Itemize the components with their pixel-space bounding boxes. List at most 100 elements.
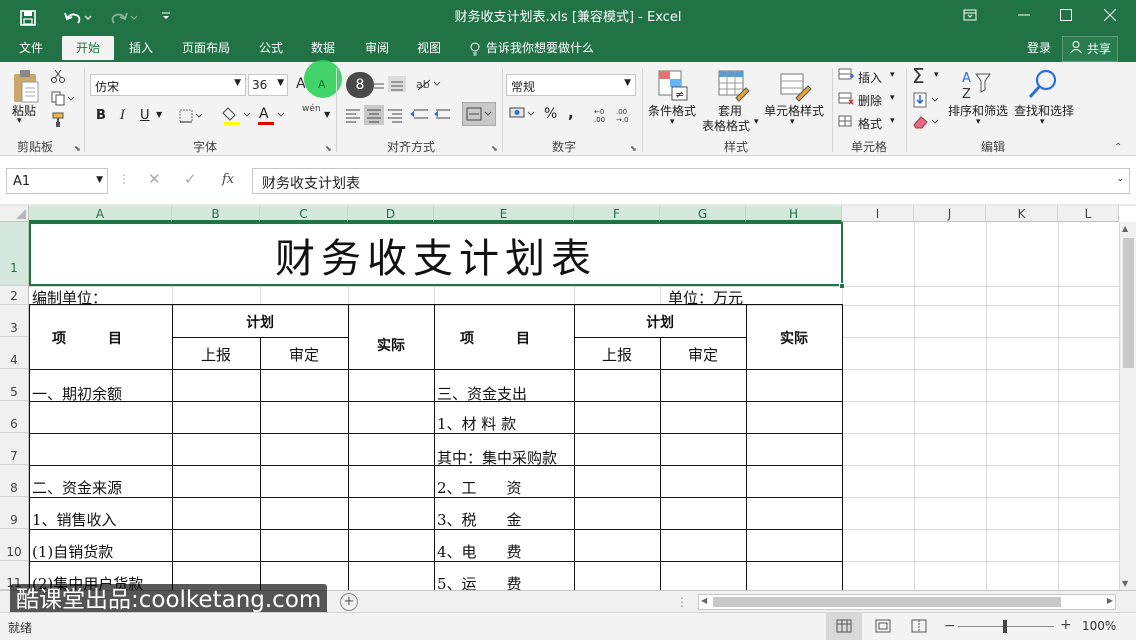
vertical-align-icons[interactable] bbox=[366, 74, 408, 94]
chevron-down-icon[interactable]: ▾ bbox=[1040, 117, 1045, 127]
expand-formula-icon[interactable]: ⌄ bbox=[1116, 174, 1124, 184]
select-all-button[interactable] bbox=[0, 206, 29, 222]
tab-home[interactable]: 开始 bbox=[62, 36, 114, 62]
chevron-down-icon[interactable]: ▼ bbox=[96, 175, 103, 185]
number-launcher-icon[interactable]: ⬊ bbox=[630, 144, 637, 153]
header-report-left[interactable]: 上报 bbox=[172, 344, 260, 365]
share-button[interactable]: 共享 bbox=[1062, 36, 1118, 62]
chevron-down-icon[interactable]: ▾ bbox=[670, 117, 675, 127]
add-sheet-icon[interactable]: + bbox=[340, 593, 358, 611]
header-report-right[interactable]: 上报 bbox=[574, 344, 660, 365]
format-painter-icon[interactable] bbox=[50, 112, 68, 130]
column-header-a[interactable]: A bbox=[29, 206, 172, 222]
scroll-right-icon[interactable]: ▶ bbox=[1107, 596, 1113, 605]
column-header-k[interactable]: K bbox=[986, 206, 1058, 222]
insert-cells-icon[interactable] bbox=[838, 68, 856, 84]
column-header-e[interactable]: E bbox=[434, 206, 574, 222]
column-header-c[interactable]: C bbox=[260, 206, 348, 222]
cut-icon[interactable] bbox=[50, 68, 68, 86]
right-item-row8[interactable]: 2、工 资 bbox=[437, 477, 522, 498]
format-cells-label[interactable]: 格式 bbox=[858, 115, 882, 132]
tab-split-grip-icon[interactable]: ⋮ bbox=[676, 595, 688, 609]
zoom-out-icon[interactable]: − bbox=[944, 618, 956, 634]
confirm-entry-icon[interactable]: ✓ bbox=[184, 170, 197, 188]
tab-review[interactable]: 审阅 bbox=[356, 36, 398, 62]
left-item-row9[interactable]: 1、销售收入 bbox=[32, 509, 117, 530]
page-break-view-icon[interactable] bbox=[904, 613, 934, 640]
font-size-box[interactable]: 36 ▼ bbox=[248, 74, 288, 96]
header-actual-left[interactable]: 实际 bbox=[348, 335, 434, 355]
right-item-row6[interactable]: 1、材 料 款 bbox=[437, 413, 516, 434]
column-header-d[interactable]: D bbox=[348, 206, 434, 222]
left-item-row10[interactable]: (1)自销货款 bbox=[32, 541, 113, 562]
row-header-6[interactable]: 6 bbox=[0, 401, 29, 433]
tab-view[interactable]: 视图 bbox=[408, 36, 450, 62]
scroll-left-icon[interactable]: ◀ bbox=[701, 596, 707, 605]
insert-function-icon[interactable]: fx bbox=[222, 172, 234, 187]
underline-icon[interactable]: U bbox=[140, 108, 150, 123]
row-header-7[interactable]: 7 bbox=[0, 433, 29, 465]
scroll-up-icon[interactable]: ▲ bbox=[1122, 224, 1128, 233]
insert-cells-label[interactable]: 插入 bbox=[858, 69, 882, 86]
right-item-row9[interactable]: 3、税 金 bbox=[437, 509, 522, 530]
currency-icon[interactable] bbox=[508, 104, 538, 124]
row-header-4[interactable]: 4 bbox=[0, 337, 29, 369]
left-item-row8[interactable]: 二、资金来源 bbox=[32, 477, 122, 498]
font-name-box[interactable]: 仿宋 ▼ bbox=[90, 74, 246, 96]
decimal-icons[interactable]: ←0.00.00 →.0 bbox=[592, 104, 636, 124]
chevron-down-icon[interactable]: ▾ bbox=[754, 117, 759, 127]
chevron-down-icon[interactable]: ▾ bbox=[934, 70, 939, 80]
copy-icon[interactable] bbox=[50, 90, 78, 108]
number-format-box[interactable]: 常规 ▼ bbox=[506, 74, 636, 96]
zoom-in-icon[interactable]: + bbox=[1060, 617, 1072, 633]
vertical-scrollbar[interactable]: ▲ ▼ bbox=[1119, 222, 1136, 590]
orientation-icon[interactable]: ab bbox=[414, 74, 442, 94]
right-item-row7[interactable]: 其中：集中采购款 bbox=[437, 447, 557, 468]
row-header-10[interactable]: 10 bbox=[0, 529, 29, 561]
tab-file[interactable]: 文件 bbox=[8, 36, 54, 62]
merge-center-icon[interactable] bbox=[462, 102, 496, 126]
paste-label[interactable]: 粘贴 bbox=[12, 102, 36, 119]
format-as-table-icon[interactable] bbox=[716, 68, 750, 102]
chevron-down-icon[interactable]: ▼ bbox=[277, 78, 284, 88]
clear-icon[interactable] bbox=[912, 114, 942, 130]
header-approve-right[interactable]: 审定 bbox=[660, 344, 746, 365]
undo-icon[interactable] bbox=[58, 0, 98, 36]
italic-icon[interactable]: I bbox=[120, 108, 125, 123]
borders-icon[interactable] bbox=[178, 108, 204, 126]
shrink-font-icon[interactable]: A bbox=[318, 78, 326, 91]
chevron-down-icon[interactable]: ▼ bbox=[324, 110, 330, 119]
delete-cells-icon[interactable] bbox=[838, 92, 856, 108]
chevron-down-icon[interactable]: ▾ bbox=[976, 117, 981, 127]
column-header-g[interactable]: G bbox=[660, 206, 746, 222]
maximize-icon[interactable] bbox=[1046, 0, 1086, 36]
header-actual-right[interactable]: 实际 bbox=[746, 328, 842, 348]
percent-icon[interactable]: % bbox=[544, 106, 557, 122]
alignment-launcher-icon[interactable]: ⬊ bbox=[491, 144, 498, 153]
horizontal-scrollbar[interactable]: ◀ ▶ bbox=[698, 594, 1116, 610]
chevron-down-icon[interactable]: ▾ bbox=[890, 116, 895, 126]
row-header-8[interactable]: 8 bbox=[0, 465, 29, 497]
chevron-down-icon[interactable]: ▾ bbox=[890, 70, 895, 80]
save-icon[interactable] bbox=[14, 0, 42, 36]
tell-me-box[interactable]: 告诉我你想要做什么 bbox=[486, 36, 602, 62]
header-plan-left[interactable]: 计划 bbox=[172, 312, 348, 332]
left-item-row5[interactable]: 一、期初余额 bbox=[32, 383, 122, 404]
formula-input[interactable]: 财务收支计划表 ⌄ bbox=[252, 168, 1130, 194]
clipboard-launcher-icon[interactable]: ⬊ bbox=[74, 144, 81, 153]
scroll-down-icon[interactable]: ▼ bbox=[1122, 579, 1128, 588]
tab-data[interactable]: 数据 bbox=[302, 36, 344, 62]
name-box[interactable]: A1 ▼ bbox=[6, 168, 108, 194]
row-header-3[interactable]: 3 bbox=[0, 305, 29, 337]
header-item-left[interactable]: 项 目 bbox=[52, 328, 122, 348]
chevron-down-icon[interactable]: ▼ bbox=[234, 78, 241, 88]
sheet-title[interactable]: 财务收支计划表 bbox=[29, 226, 843, 284]
close-icon[interactable] bbox=[1090, 0, 1130, 36]
column-header-i[interactable]: I bbox=[842, 206, 914, 222]
header-approve-left[interactable]: 审定 bbox=[260, 344, 348, 365]
tab-insert[interactable]: 插入 bbox=[120, 36, 162, 62]
chevron-down-icon[interactable]: ▾ bbox=[790, 117, 795, 127]
row-header-1[interactable]: 1 bbox=[0, 222, 29, 286]
format-cells-icon[interactable] bbox=[838, 115, 856, 131]
column-header-f[interactable]: F bbox=[574, 206, 660, 222]
